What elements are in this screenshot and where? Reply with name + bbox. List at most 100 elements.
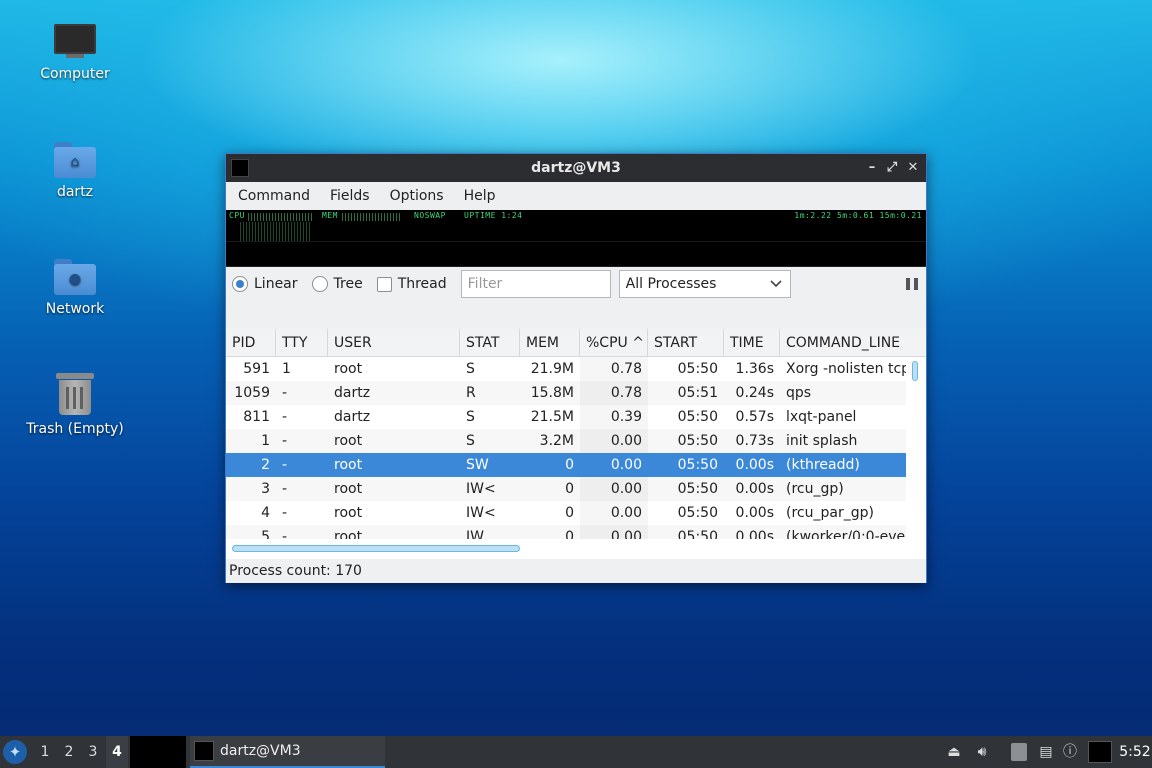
- cell-cpu: 0.00: [610, 457, 642, 473]
- cell-start: 05:50: [677, 409, 718, 425]
- column-header-start[interactable]: START: [648, 329, 724, 357]
- cell-time: 0.73s: [735, 433, 774, 449]
- column-header-stat[interactable]: STAT: [460, 329, 520, 357]
- cell-tty: -: [282, 409, 288, 425]
- cell-time: 0.00s: [735, 481, 774, 497]
- pause-icon[interactable]: [906, 278, 918, 290]
- cell-command-line: lxqt-panel: [786, 409, 857, 425]
- column-header-pid[interactable]: PID: [226, 329, 276, 357]
- cell-stat: R: [466, 385, 476, 401]
- desktop-icon-home[interactable]: ⌂ dartz: [20, 142, 130, 200]
- thread-option[interactable]: Thread: [376, 276, 447, 292]
- table-body: 591 1 root S 21.9M 0.78 05:50 1.36s Xorg -nolist…: [226, 357, 926, 559]
- network-icon[interactable]: ▤: [1036, 742, 1056, 762]
- eject-icon[interactable]: ⏏: [944, 742, 964, 762]
- cell-mem: 15.8M: [530, 385, 574, 401]
- process-filter-value: All Processes: [625, 276, 717, 292]
- column-header-user[interactable]: USER: [328, 329, 460, 357]
- cell-command-line: Xorg -nolisten tcp: [786, 361, 906, 377]
- table-row[interactable]: 3- root IW< 0 0.00 05:50 0.00s (rcu_gp): [226, 477, 926, 501]
- thread-label: Thread: [397, 276, 447, 292]
- mode-tree-option[interactable]: Tree: [311, 276, 363, 292]
- cell-cpu: 0.00: [580, 501, 648, 525]
- process-filter-select[interactable]: All Processes: [618, 270, 791, 298]
- window-titlebar[interactable]: dartz@VM3 – ⤢ ✕: [226, 154, 926, 182]
- vertical-scroll-thumb[interactable]: [912, 361, 918, 381]
- cpu-label: CPU: [229, 211, 245, 220]
- cell-tty: 1: [282, 361, 291, 377]
- filter-input[interactable]: [460, 270, 611, 298]
- mem-bar: [342, 213, 402, 221]
- table-row[interactable]: 1- root S 3.2M 0.00 05:50 0.73s init splash: [226, 429, 926, 453]
- cell-user: root: [334, 505, 363, 521]
- menu-options[interactable]: Options: [380, 188, 454, 204]
- table-row[interactable]: 1059- dartz R 15.8M 0.78 05:51 0.24s qps: [226, 381, 926, 405]
- window-title: dartz@VM3: [531, 160, 621, 176]
- cell-pid: 591: [243, 361, 270, 377]
- table-row[interactable]: 2- root SW 0 0.00 05:50 0.00s (kthreadd): [226, 453, 926, 477]
- cell-mem: 0: [565, 481, 574, 497]
- taskbar-task-qps[interactable]: dartz@VM3: [190, 736, 385, 768]
- table-row[interactable]: 4- root IW< 0 0.00 05:50 0.00s (rcu_par_gp): [226, 501, 926, 525]
- column-header-cpu[interactable]: %CPU ^: [580, 329, 648, 357]
- table-row[interactable]: 811- dartz S 21.5M 0.39 05:50 0.57s lxqt-panel: [226, 405, 926, 429]
- cell-command-line: (kthreadd): [786, 457, 860, 473]
- taskbar: ✦ 1 2 3 4 dartz@VM3 ⏏ 🔊︎ ▤ ⓘ 5:52: [0, 736, 1152, 768]
- menubar: Command Fields Options Help: [226, 182, 926, 210]
- radio-linear[interactable]: [232, 276, 248, 292]
- cell-start: 05:50: [677, 505, 718, 521]
- table-row[interactable]: 591 1 root S 21.9M 0.78 05:50 1.36s Xorg -nolist…: [226, 357, 926, 381]
- horizontal-scrollbar[interactable]: [226, 539, 926, 559]
- cell-stat: S: [466, 409, 475, 425]
- mode-linear-option[interactable]: Linear: [232, 276, 298, 292]
- thread-checkbox[interactable]: [376, 276, 392, 292]
- clock[interactable]: 5:52: [1118, 736, 1152, 768]
- horizontal-scroll-thumb[interactable]: [232, 545, 520, 552]
- notification-icon[interactable]: ⓘ: [1060, 742, 1080, 762]
- cell-user: dartz: [334, 409, 371, 425]
- menu-command[interactable]: Command: [228, 188, 320, 204]
- task-label: dartz@VM3: [220, 743, 301, 759]
- column-header-tty[interactable]: TTY: [276, 329, 328, 357]
- cell-stat: IW<: [466, 505, 496, 521]
- cell-start: 05:50: [677, 361, 718, 377]
- mode-linear-label: Linear: [254, 276, 298, 292]
- show-desktop-area[interactable]: [130, 736, 186, 768]
- desktop-icon-label: Trash (Empty): [26, 421, 124, 437]
- cell-start: 05:50: [677, 433, 718, 449]
- workspace-2[interactable]: 2: [58, 736, 80, 768]
- column-header-time[interactable]: TIME: [724, 329, 780, 357]
- lxqt-menu-icon[interactable]: ✦: [3, 740, 27, 764]
- desktop-icon-label: Network: [45, 301, 105, 317]
- terminal-icon[interactable]: [1088, 741, 1112, 763]
- network-folder-icon: ●: [54, 259, 96, 295]
- chevron-down-icon: [770, 280, 782, 288]
- cell-pid: 811: [243, 409, 270, 425]
- menu-fields[interactable]: Fields: [320, 188, 380, 204]
- sort-ascending-icon: ^: [632, 335, 644, 351]
- workspace-3[interactable]: 3: [82, 736, 104, 768]
- workspace-1[interactable]: 1: [34, 736, 56, 768]
- column-header-command-line[interactable]: COMMAND_LINE: [780, 329, 906, 357]
- clipboard-icon[interactable]: [1011, 743, 1027, 761]
- maximize-button[interactable]: ⤢: [882, 154, 902, 182]
- graph-divider: [226, 241, 926, 242]
- resource-graph: CPU MEM NOSWAP UPTIME 1:24 1m:2.22 5m:0.…: [226, 210, 926, 267]
- desktop-icon-computer[interactable]: Computer: [20, 24, 130, 82]
- load-average-label: 1m:2.22 5m:0.61 15m:0.21: [794, 211, 922, 220]
- vertical-scrollbar[interactable]: [906, 357, 926, 559]
- close-button[interactable]: ✕: [903, 154, 923, 182]
- radio-tree[interactable]: [311, 276, 328, 292]
- menu-help[interactable]: Help: [454, 188, 506, 204]
- cell-mem: 0: [565, 457, 574, 473]
- cell-start: 05:50: [677, 457, 718, 473]
- workspace-4[interactable]: 4: [106, 736, 128, 768]
- cpu-history-graph: [240, 222, 310, 242]
- column-header-mem[interactable]: MEM: [520, 329, 580, 357]
- volume-icon[interactable]: 🔊︎: [972, 742, 992, 762]
- cpu-bar: [248, 213, 312, 221]
- desktop-icon-trash[interactable]: Trash (Empty): [20, 373, 130, 437]
- cell-time: 0.24s: [735, 385, 774, 401]
- desktop-icon-network[interactable]: ● Network: [20, 259, 130, 317]
- minimize-button[interactable]: –: [862, 154, 882, 182]
